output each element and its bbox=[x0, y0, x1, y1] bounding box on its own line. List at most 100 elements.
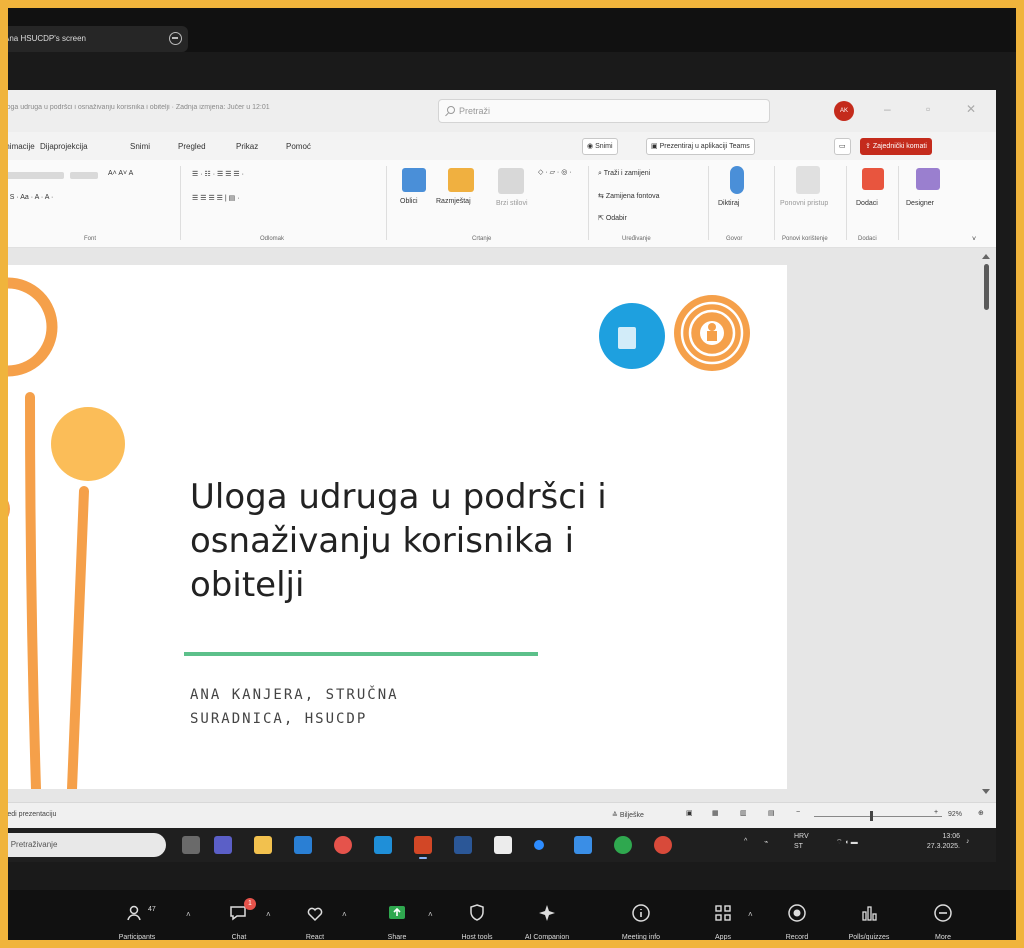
list-icons[interactable]: ☰ · ☷ · ☰ ☰ ☰ · bbox=[192, 170, 244, 178]
shapes-icon[interactable] bbox=[402, 168, 426, 192]
menu-view[interactable]: Prikaz bbox=[236, 142, 258, 151]
react-caret-icon[interactable]: ˄ bbox=[342, 910, 347, 919]
font-size-field[interactable] bbox=[70, 172, 98, 179]
select-button[interactable]: ⇱ Odabir bbox=[598, 214, 627, 222]
reuse-slides-label: Ponovni pristup bbox=[780, 200, 829, 207]
zoom-slider-handle[interactable] bbox=[870, 811, 873, 821]
orange-stem-shape-2 bbox=[67, 486, 89, 789]
participants-caret-icon[interactable]: ˄ bbox=[186, 910, 191, 919]
designer-icon[interactable] bbox=[916, 168, 940, 190]
menu-record[interactable]: Snimi bbox=[130, 142, 150, 151]
taskbar-clock[interactable]: 13:06 27.3.2025. bbox=[904, 832, 960, 852]
arrange-icon[interactable] bbox=[448, 168, 474, 192]
ribbon-collapse-icon[interactable]: ˅ bbox=[972, 236, 976, 243]
status-bar: Uredi prezentaciju ≙ Bilješke ▣ ▦ ▥ ▤ − … bbox=[0, 802, 996, 828]
menu-review[interactable]: Pregled bbox=[178, 142, 206, 151]
task-view-icon[interactable] bbox=[182, 836, 200, 854]
apps-button[interactable]: Apps bbox=[690, 894, 756, 944]
tray-chevron-icon[interactable]: ^ bbox=[744, 838, 747, 845]
file-explorer-icon[interactable] bbox=[254, 836, 272, 854]
menu-slideshow[interactable]: Dijaprojekcija bbox=[40, 142, 88, 151]
slideshow-view-icon[interactable]: ▤ bbox=[768, 809, 775, 817]
zoom-meeting-toolbar: 47 Participants ˄ 1 Chat ˄ React ˄ Share… bbox=[0, 890, 1024, 948]
share-comments-button[interactable]: ⇪ Zajednički komati bbox=[860, 138, 932, 155]
minimize-icon[interactable]: – bbox=[884, 102, 891, 116]
close-icon[interactable]: ✕ bbox=[966, 102, 976, 116]
slide-title[interactable]: Uloga udruga u podršci i osnaživanju kor… bbox=[190, 475, 690, 607]
outlook-icon[interactable] bbox=[374, 836, 392, 854]
notes-button[interactable]: ≙ Bilješke bbox=[612, 811, 644, 819]
align-icons[interactable]: ☰ ☰ ☰ ☰ | ▤ · bbox=[192, 194, 240, 202]
ribbon-separator bbox=[708, 166, 709, 240]
user-avatar[interactable]: AK bbox=[834, 101, 854, 121]
zoom-in-icon[interactable]: + bbox=[934, 809, 938, 816]
stop-view-icon[interactable] bbox=[169, 32, 182, 45]
microphone-icon[interactable] bbox=[730, 166, 744, 194]
replace-fonts-button[interactable]: ⇆ Zamijena fontova bbox=[598, 192, 660, 200]
share-caret-icon[interactable]: ˄ bbox=[428, 910, 433, 919]
present-teams-button[interactable]: ▣ Prezentiraj u aplikaciji Teams bbox=[646, 138, 755, 155]
edge-icon[interactable] bbox=[614, 836, 632, 854]
find-button[interactable]: ⌕ Traži i zamijeni bbox=[598, 170, 650, 178]
record-button[interactable]: ◉ Snimi bbox=[582, 138, 618, 155]
chat-caret-icon[interactable]: ˄ bbox=[266, 910, 271, 919]
designer-label: Designer bbox=[906, 200, 935, 207]
chat-button[interactable]: 1 Chat bbox=[206, 894, 272, 944]
zoom-level[interactable]: 92% bbox=[948, 811, 962, 818]
shape-fill-icons[interactable]: ◇ · ▱ · ◎ · bbox=[538, 168, 572, 176]
group-paragraph: Odlomak bbox=[260, 236, 285, 242]
zoom-app-icon[interactable] bbox=[534, 840, 544, 850]
normal-view-icon[interactable]: ▣ bbox=[686, 809, 693, 817]
group-voice: Govor bbox=[726, 236, 743, 242]
arrange-label: Razmještaj bbox=[436, 198, 471, 205]
react-button[interactable]: React bbox=[282, 894, 348, 944]
more-button[interactable]: More bbox=[910, 894, 976, 944]
tray-network-icon[interactable]: ⌁ bbox=[764, 838, 768, 846]
calendar-app-icon[interactable] bbox=[294, 836, 312, 854]
app-icon-red[interactable] bbox=[654, 836, 672, 854]
reading-view-icon[interactable]: ▥ bbox=[740, 809, 747, 817]
menu-animations[interactable]: Animacije bbox=[0, 142, 35, 151]
store-icon[interactable] bbox=[494, 836, 512, 854]
share-icon: ⇪ bbox=[865, 143, 873, 150]
scroll-down-icon[interactable] bbox=[982, 789, 990, 794]
presenter-pill[interactable]: Ana HSUCDP's screen bbox=[2, 26, 188, 52]
zoom-slider[interactable] bbox=[814, 816, 942, 817]
zoom-out-icon[interactable]: − bbox=[796, 809, 800, 816]
font-size-controls-icon[interactable]: A˄ A˅ A bbox=[108, 170, 133, 177]
powerpoint-taskbar-icon[interactable] bbox=[414, 836, 432, 859]
host-tools-button[interactable]: Host tools bbox=[444, 894, 510, 944]
meeting-info-button[interactable]: Meeting info bbox=[608, 894, 674, 944]
document-title[interactable]: Uloga udruga u podršci i osnaživanju kor… bbox=[0, 104, 420, 111]
slide-canvas[interactable]: Uloga udruga u podršci i osnaživanju kor… bbox=[0, 265, 787, 789]
apps-caret-icon[interactable]: ˄ bbox=[748, 910, 753, 919]
taskbar-search[interactable]: ⌕ Pretraživanje bbox=[0, 833, 166, 857]
app-icon-blue[interactable] bbox=[574, 836, 592, 854]
menu-help[interactable]: Pomoć bbox=[286, 142, 311, 151]
fit-slide-icon[interactable]: ⊕ bbox=[978, 809, 984, 817]
font-format-icons[interactable]: ab S · Aa · A · A · bbox=[0, 194, 53, 201]
scroll-up-icon[interactable] bbox=[982, 254, 990, 259]
polls-button[interactable]: Polls/quizzes bbox=[836, 894, 902, 944]
comment-icon-button[interactable]: ▭ bbox=[834, 138, 851, 155]
addins-icon[interactable] bbox=[862, 168, 884, 190]
share-button[interactable]: Share bbox=[364, 894, 430, 944]
notification-bell-icon[interactable]: ♪ bbox=[966, 838, 970, 845]
word-icon[interactable] bbox=[454, 836, 472, 854]
record-meeting-button[interactable]: Record bbox=[764, 894, 830, 944]
tray-wifi-sound-battery-icons[interactable]: ⌔ ◖ ▬ bbox=[836, 838, 858, 847]
slide-author[interactable]: ANA KANJERA, STRUČNA SURADNICA, HSUCDP bbox=[190, 683, 550, 731]
participants-button[interactable]: 47 Participants bbox=[104, 894, 170, 944]
ai-companion-button[interactable]: AI Companion bbox=[514, 894, 580, 944]
search-input[interactable]: Pretraži bbox=[438, 99, 770, 123]
quick-styles-icon[interactable] bbox=[498, 168, 524, 194]
maximize-icon[interactable]: ▫ bbox=[926, 102, 930, 116]
scroll-thumb[interactable] bbox=[984, 264, 989, 310]
chrome-icon[interactable] bbox=[334, 836, 352, 854]
sorter-view-icon[interactable]: ▦ bbox=[712, 809, 719, 817]
font-name-field[interactable] bbox=[0, 172, 64, 179]
language-indicator[interactable]: HRV ST bbox=[794, 832, 809, 852]
teams-app-icon[interactable] bbox=[214, 836, 232, 854]
vertical-scrollbar[interactable] bbox=[980, 254, 992, 794]
reuse-slides-icon[interactable] bbox=[796, 166, 820, 194]
